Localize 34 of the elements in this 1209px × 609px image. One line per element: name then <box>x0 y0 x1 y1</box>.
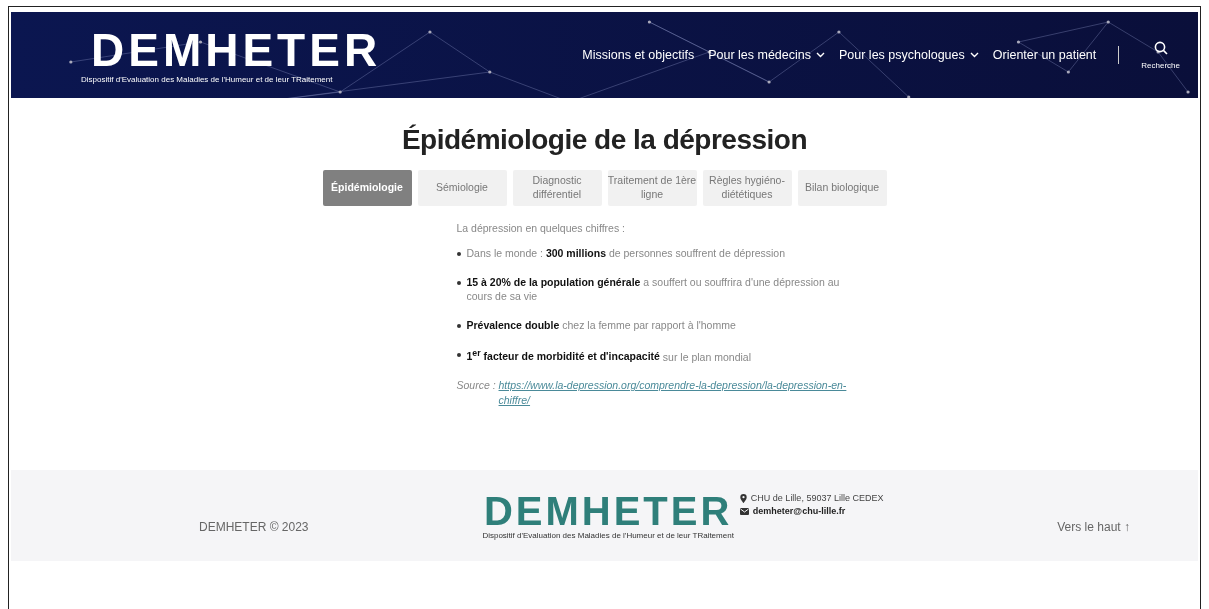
tab[interactable]: Traitement de 1ère ligne <box>607 170 697 206</box>
source-label: Source : <box>456 377 497 393</box>
tab[interactable]: Diagnostic différentiel <box>512 170 602 206</box>
bullet-text: 1$^{er}$ facteur de morbidité et d'incapacité sur le plan mondial <box>466 346 751 364</box>
address-text: CHU de Lille, 59037 Lille CEDEX <box>750 493 884 504</box>
page-title: Épidémiologie de la dépression <box>401 124 808 156</box>
search-icon <box>1153 40 1168 55</box>
intro-text: La dépression en quelques chiffres : <box>456 222 626 234</box>
nav-link[interactable]: Orienter un patient <box>992 48 1097 62</box>
footer-logo: DEMHETER <box>483 491 733 532</box>
tab[interactable]: Épidémiologie <box>322 170 412 206</box>
logo[interactable]: DEMHETER <box>91 26 382 73</box>
bullet-text: 15 à 20% de la population générale a souffert ou souffrira d'une dépression au cours de sa vie <box>466 274 841 305</box>
back-to-top-link[interactable]: Vers le haut ↑ <box>1057 519 1130 534</box>
email-link[interactable]: demheter@chu-lille.fr <box>752 506 846 517</box>
bullet-text: Dans le monde : 300 millions de personnes souffrent de dépression <box>466 246 785 261</box>
tab[interactable]: Sémiologie <box>417 170 507 206</box>
bullet-icon <box>456 324 461 329</box>
tab[interactable]: Bilan biologique <box>797 170 887 206</box>
location-pin-icon <box>739 493 747 503</box>
nav-link[interactable]: Pour les médecins <box>708 48 825 62</box>
tab[interactable]: Règles hygiéno-diététiques <box>702 170 792 206</box>
nav-link[interactable]: Missions et objectifs <box>582 48 695 62</box>
nav-link[interactable]: Pour les psychologues <box>839 48 979 62</box>
source-link[interactable]: https://www.la-depression.org/comprendre-la-depression/la-depression-en-chiffre/ <box>498 377 847 408</box>
bullet-icon <box>456 252 461 256</box>
search-button[interactable]: Recherche <box>1141 40 1180 70</box>
logo-tagline: Dispositif d'Evaluation des Maladies de l'Humeur et de leur TRaitement <box>482 531 734 541</box>
logo-tagline: Dispositif d'Evaluation des Maladies de l'Humeur et de leur TRaitement <box>81 74 333 84</box>
envelope-icon <box>739 507 749 515</box>
bullet-icon <box>456 352 461 357</box>
bullet-icon <box>456 280 461 285</box>
bullet-text: Prévalence double chez la femme par rapport à l'homme <box>466 318 736 333</box>
copyright-text: DEMHETER © 2023 <box>199 519 309 534</box>
